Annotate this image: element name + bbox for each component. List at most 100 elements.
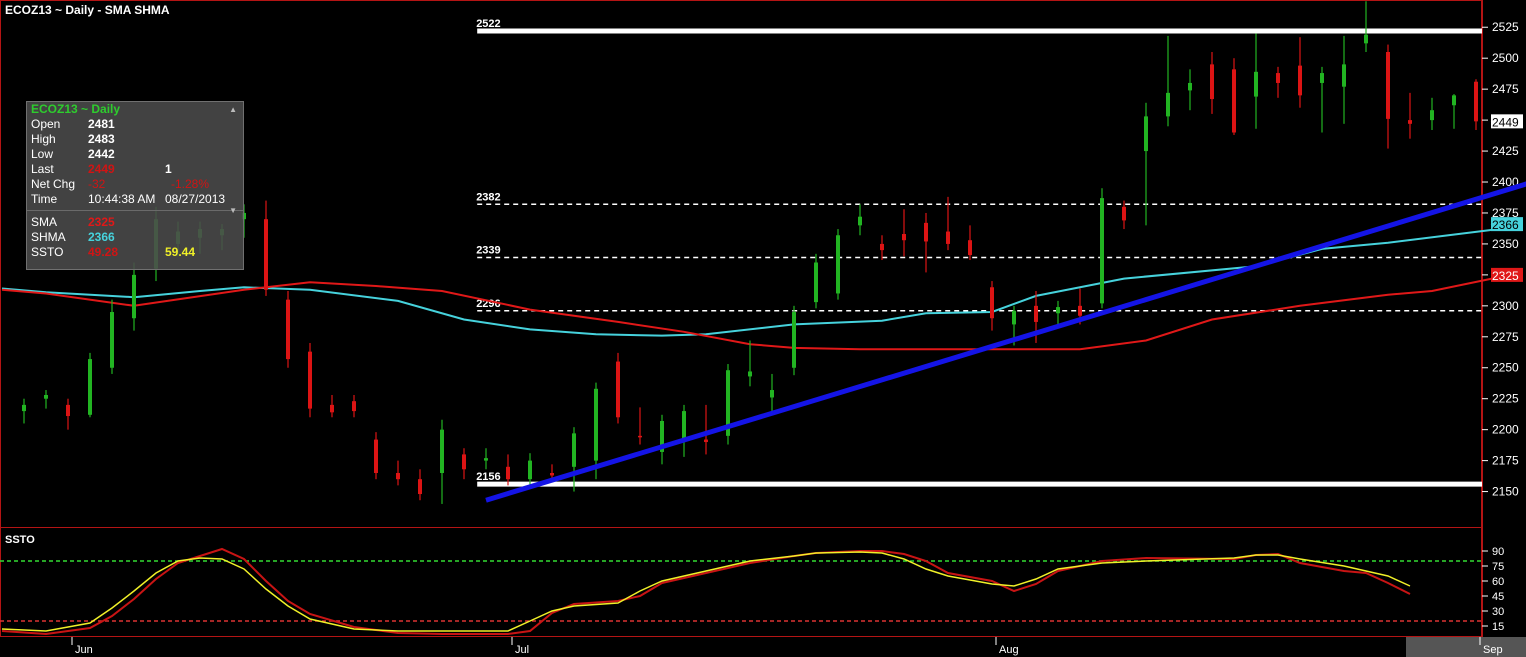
data-window-header: ECOZ13 ~ Daily ▲: [27, 102, 243, 117]
candle-body: [1474, 81, 1478, 122]
price-tick-label: 2225: [1492, 392, 1519, 406]
last-label: Last: [31, 162, 54, 176]
candle-body: [528, 460, 532, 480]
plot-frame: [0, 0, 1482, 637]
candle-body: [1320, 73, 1324, 83]
netchg-percent: -1.28%: [171, 177, 210, 191]
last-size: 1: [165, 162, 172, 176]
ssto-tick-label: 30: [1492, 606, 1504, 618]
data-window[interactable]: ECOZ13 ~ Daily ▲ Open 2481 High 2483 Low…: [26, 101, 244, 270]
ssto-row: SSTO 49.28 59.44: [27, 245, 243, 260]
high-label: High: [31, 132, 56, 146]
candle-body: [132, 274, 136, 319]
candle-body: [792, 312, 796, 368]
collapse-icon[interactable]: ▲: [229, 102, 237, 117]
date-label: Jul: [515, 644, 529, 656]
candle-body: [1034, 305, 1038, 322]
ssto-panel-label: SSTO: [5, 534, 35, 546]
candle-body: [550, 472, 554, 476]
price-tag-label: 2366: [1492, 218, 1519, 232]
high-value: 2483: [88, 132, 115, 146]
candle-body: [704, 439, 708, 443]
low-value: 2442: [88, 147, 115, 161]
candle-body: [1452, 95, 1456, 106]
price-tag-label: 2325: [1492, 269, 1519, 283]
price-tick-label: 2200: [1492, 423, 1519, 437]
candle-body: [264, 219, 268, 290]
ssto-tick-label: 45: [1492, 591, 1504, 603]
candle-body: [946, 231, 950, 244]
price-tick-label: 2300: [1492, 299, 1519, 313]
scrollbar-thumb: [1406, 637, 1526, 657]
date-value: 08/27/2013: [165, 192, 226, 206]
candle-body: [836, 235, 840, 294]
candle-body: [66, 404, 70, 417]
candle-body: [1144, 116, 1148, 152]
candle-body: [1122, 206, 1126, 221]
price-tick-label: 2500: [1492, 51, 1519, 65]
ssto-tick-label: 90: [1492, 546, 1504, 558]
collapse-section-icon[interactable]: ▼: [229, 206, 237, 215]
level-label: 2156: [476, 471, 500, 483]
sma-value: 2325: [88, 215, 115, 229]
candle-body: [990, 287, 994, 319]
high-row: High 2483: [27, 132, 243, 147]
ssto-tick-label: 60: [1492, 576, 1504, 588]
candle-body: [1210, 64, 1214, 100]
data-window-title: ECOZ13 ~ Daily: [31, 102, 121, 116]
candle-body: [462, 454, 466, 470]
price-tick-label: 2250: [1492, 361, 1519, 375]
last-value: 2449: [88, 162, 115, 176]
price-tick-label: 2275: [1492, 330, 1519, 344]
candle-body: [1188, 82, 1192, 91]
ssto-d-value: 59.44: [165, 245, 196, 259]
candle-body: [638, 435, 642, 438]
level-label: 2382: [476, 191, 500, 203]
candle-body: [748, 371, 752, 377]
candle-body: [1078, 305, 1082, 316]
shma-label: SHMA: [31, 230, 66, 244]
candle-body: [1298, 65, 1302, 96]
shma-row: SHMA 2366: [27, 230, 243, 245]
low-row: Low 2442: [27, 147, 243, 162]
candle-body: [374, 439, 378, 473]
candle-body: [1012, 310, 1016, 325]
chart-title: ECOZ13 ~ Daily - SMA SHMA: [5, 3, 170, 17]
time-value: 10:44:38 AM: [88, 192, 156, 206]
ssto-d-line: [1, 551, 1411, 632]
price-tick-label: 2350: [1492, 237, 1519, 251]
candle-body: [1386, 52, 1390, 119]
candle-body: [308, 351, 312, 409]
candle-body: [1342, 64, 1346, 87]
date-label: Jun: [75, 644, 93, 656]
candle-body: [88, 359, 92, 415]
candle-body: [1430, 110, 1434, 121]
price-tag-label: 2449: [1492, 115, 1519, 129]
price-tick-label: 2425: [1492, 144, 1519, 158]
ssto-k-value: 49.28: [88, 245, 119, 259]
time-row: Time 10:44:38 AM 08/27/2013: [27, 192, 243, 207]
candle-body: [396, 472, 400, 480]
sma-row: SMA 2325: [27, 215, 243, 230]
open-label: Open: [31, 117, 61, 131]
candle-body: [1364, 34, 1368, 44]
price-tick-label: 2175: [1492, 454, 1519, 468]
candle-body: [572, 433, 576, 467]
open-row: Open 2481: [27, 117, 243, 132]
candle-body: [352, 401, 356, 412]
candle-body: [22, 404, 26, 412]
candle-body: [286, 299, 290, 360]
date-label: Aug: [999, 644, 1019, 656]
candle-body: [418, 479, 422, 495]
candle-body: [440, 429, 444, 473]
date-label: Sep: [1483, 644, 1503, 656]
candle-body: [44, 394, 48, 399]
ssto-tick-label: 75: [1492, 561, 1504, 573]
trend-line: [485, 181, 1526, 503]
candle-body: [1056, 307, 1060, 314]
candle-body: [506, 466, 510, 480]
candle-body: [1166, 92, 1170, 117]
candle-body: [616, 361, 620, 418]
price-tick-label: 2475: [1492, 82, 1519, 96]
candle-body: [330, 404, 334, 413]
